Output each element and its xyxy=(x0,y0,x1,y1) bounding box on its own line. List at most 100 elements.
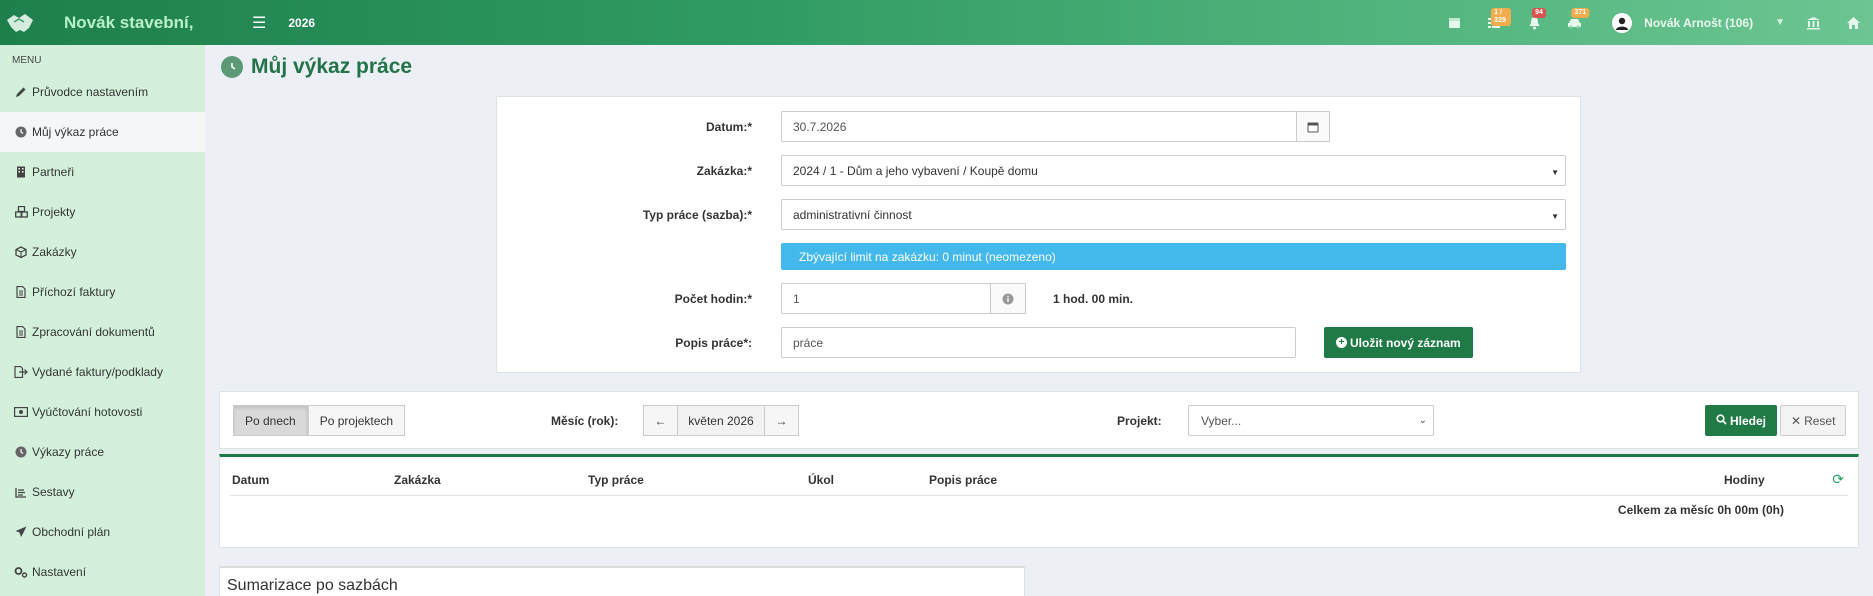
sidebar: MENU Průvodce nastavením Můj výkaz práce… xyxy=(0,45,205,596)
clock-icon xyxy=(221,56,243,78)
arrow-left-icon[interactable]: ← xyxy=(643,405,678,436)
summary-title: Sumarizace po sazbách xyxy=(227,577,398,594)
sidebar-item-reports[interactable]: Sestavy xyxy=(0,472,205,512)
bell-icon[interactable]: 94 xyxy=(1514,0,1554,45)
plus-circle-icon: + xyxy=(1336,337,1347,348)
description-textarea[interactable]: práce xyxy=(781,327,1296,358)
worktype-select[interactable]: administrativní činnost ▼ xyxy=(781,199,1566,230)
sidebar-item-timesheets[interactable]: Výkazy práce xyxy=(0,432,205,472)
search-icon xyxy=(1716,413,1727,428)
worktype-select-value: administrativní činnost xyxy=(793,207,912,222)
sidebar-item-document-processing[interactable]: Zpracování dokumentů xyxy=(0,312,205,352)
page-title: Můj výkaz práce xyxy=(251,55,413,78)
sidebar-item-label: Můj výkaz práce xyxy=(32,125,119,139)
column-header-date[interactable]: Datum xyxy=(232,473,269,487)
sidebar-item-orders[interactable]: Zakázky xyxy=(0,232,205,272)
vehicles-badge: 371 xyxy=(1571,8,1590,18)
cubes-icon xyxy=(14,205,28,219)
hours-input[interactable]: 1 xyxy=(781,283,991,314)
month-label: Měsíc (rok): xyxy=(551,414,619,428)
filter-bar: Po dnech Po projektech Měsíc (rok): ← kv… xyxy=(219,391,1859,449)
sidebar-item-issued-invoices[interactable]: Vydané faktury/podklady xyxy=(0,352,205,392)
tasks-icon[interactable]: 1 / 329 xyxy=(1474,0,1514,45)
worktype-label: Typ práce (sazba):* xyxy=(642,208,752,222)
handshake-logo-icon[interactable] xyxy=(0,0,40,45)
file-icon xyxy=(14,285,28,299)
sidebar-item-setup-wizard[interactable]: Průvodce nastavením xyxy=(0,72,205,112)
by-projects-button[interactable]: Po projektech xyxy=(307,405,406,436)
top-bar: Novák stavební, ☰ 2026 1 / 329 94 371 No… xyxy=(0,0,1873,45)
hours-label: Počet hodin:* xyxy=(674,292,752,306)
limit-info-alert: Zbývající limit na zakázku: 0 minut (neo… xyxy=(781,243,1566,270)
calendar-icon[interactable] xyxy=(1434,0,1474,45)
sidebar-item-label: Projekty xyxy=(32,205,76,219)
hours-readable: 1 hod. 00 min. xyxy=(1053,292,1134,306)
description-label: Popis práce*: xyxy=(675,336,752,350)
header-divider xyxy=(230,495,1848,496)
date-field[interactable]: 30.7.2026 xyxy=(781,111,1297,142)
info-icon[interactable] xyxy=(990,283,1026,314)
project-label: Projekt: xyxy=(1117,414,1162,428)
car-icon[interactable]: 371 xyxy=(1554,0,1594,45)
home-icon[interactable] xyxy=(1833,0,1873,45)
chevron-down-icon: ▼ xyxy=(1775,17,1785,28)
sidebar-item-label: Vyúčtování hotovosti xyxy=(32,405,143,419)
bank-icon[interactable] xyxy=(1793,0,1833,45)
sidebar-item-label: Obchodní plán xyxy=(32,525,111,539)
search-button-label: Hledej xyxy=(1730,413,1767,428)
month-value[interactable]: květen 2026 xyxy=(678,405,764,436)
select-caret-icon: ▼ xyxy=(1551,168,1559,177)
reset-button[interactable]: ✕ Reset xyxy=(1780,405,1847,436)
sidebar-item-my-timesheet[interactable]: Můj výkaz práce xyxy=(0,112,205,152)
sidebar-item-label: Partneři xyxy=(32,165,75,179)
sidebar-item-incoming-invoices[interactable]: Příchozí faktury xyxy=(0,272,205,312)
sidebar-item-label: Zpracování dokumentů xyxy=(32,325,155,339)
sidebar-heading: MENU xyxy=(12,55,42,66)
sidebar-item-partners[interactable]: Partneři xyxy=(0,152,205,192)
sidebar-item-cash-settlement[interactable]: Vyúčtování hotovosti xyxy=(0,392,205,432)
save-button-label: Uložit nový záznam xyxy=(1350,335,1461,350)
paper-plane-icon xyxy=(14,525,28,539)
save-new-record-button[interactable]: + Uložit nový záznam xyxy=(1324,327,1473,358)
timesheet-entry-form: Datum:* 30.7.2026 Zakázka:* 2024 / 1 - D… xyxy=(496,96,1581,373)
hamburger-menu-icon[interactable]: ☰ xyxy=(252,13,266,33)
view-toggle: Po dnech Po projektech xyxy=(233,405,406,436)
arrow-right-icon[interactable]: → xyxy=(764,405,799,436)
sidebar-item-label: Vydané faktury/podklady xyxy=(32,365,163,379)
column-header-worktype[interactable]: Typ práce xyxy=(588,473,644,487)
sidebar-item-projects[interactable]: Projekty xyxy=(0,192,205,232)
export-icon xyxy=(14,365,28,379)
user-menu[interactable]: Novák Arnošt (106) ▼ xyxy=(1612,12,1785,33)
refresh-icon[interactable]: ⟳ xyxy=(1832,471,1844,488)
money-icon xyxy=(14,405,28,419)
cogs-icon xyxy=(14,565,28,579)
column-header-order[interactable]: Zakázka xyxy=(394,473,441,487)
chevron-down-icon: ⌄ xyxy=(1418,415,1427,426)
by-days-button[interactable]: Po dnech xyxy=(233,405,308,436)
sidebar-item-label: Sestavy xyxy=(32,485,75,499)
search-button[interactable]: Hledej xyxy=(1705,405,1778,436)
clock-icon xyxy=(14,445,28,459)
rate-summary-panel: Sumarizace po sazbách xyxy=(219,566,1025,596)
select-caret-icon: ▼ xyxy=(1551,212,1559,221)
project-select[interactable]: Vyber... ⌄ xyxy=(1188,405,1434,436)
year-selector[interactable]: 2026 xyxy=(288,16,315,30)
user-name: Novák Arnošt (106) xyxy=(1644,15,1754,30)
column-header-hours[interactable]: Hodiny xyxy=(1724,473,1765,487)
avatar xyxy=(1612,12,1633,33)
project-select-value: Vyber... xyxy=(1201,413,1242,428)
calendar-icon[interactable] xyxy=(1296,111,1330,142)
list-icon xyxy=(14,485,28,499)
column-header-description[interactable]: Popis práce xyxy=(929,473,997,487)
sidebar-item-settings[interactable]: Nastavení xyxy=(0,552,205,592)
column-header-task[interactable]: Úkol xyxy=(808,473,834,487)
tasks-badge: 1 / 329 xyxy=(1491,8,1512,26)
brand-name[interactable]: Novák stavební, xyxy=(64,13,214,33)
cube-icon xyxy=(14,245,28,259)
close-icon: ✕ xyxy=(1791,413,1802,428)
timesheet-table: Datum Zakázka Typ práce Úkol Popis práce… xyxy=(219,454,1859,548)
order-select[interactable]: 2024 / 1 - Dům a jeho vybavení / Koupě d… xyxy=(781,155,1566,186)
sidebar-item-label: Průvodce nastavením xyxy=(32,85,149,99)
sidebar-item-business-plan[interactable]: Obchodní plán xyxy=(0,512,205,552)
clock-icon xyxy=(14,125,28,139)
